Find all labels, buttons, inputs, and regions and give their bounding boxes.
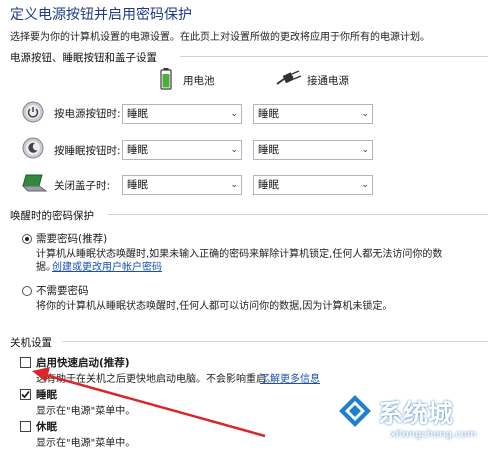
annotation-arrow [32,367,266,438]
watermark-url: xitongcheng.com [390,429,477,440]
watermark-brand: 系统城 [378,399,454,428]
watermark-logo-icon [336,392,374,430]
